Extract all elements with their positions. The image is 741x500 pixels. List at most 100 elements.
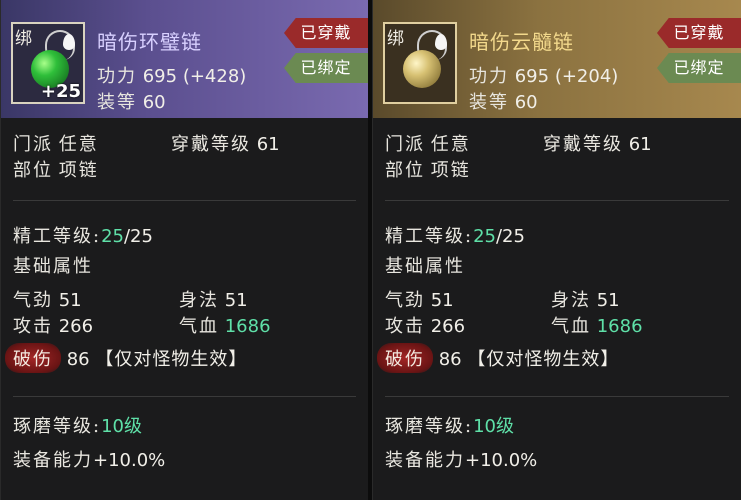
ability-label: 装备能力 xyxy=(13,450,93,471)
attr-label: 攻击 xyxy=(13,316,53,337)
attr-value: 51 xyxy=(430,290,454,311)
item-header: 绑 +25 暗伤环璧链 功力 695 (+428) 装等 60 已穿戴 已绑定 xyxy=(1,0,368,118)
bound-badge: 已绑定 xyxy=(284,53,368,83)
ability-label: 装备能力 xyxy=(385,450,465,471)
item-header: 绑 暗伤云髓链 功力 695 (+204) 装等 60 已穿戴 已绑定 xyxy=(373,0,741,118)
attr-row: 气血 1686 xyxy=(551,312,643,338)
bound-mark: 绑 xyxy=(15,29,32,49)
bound-badge: 已绑定 xyxy=(657,53,741,83)
pierce-note: 【仅对怪物生效】 xyxy=(95,349,248,370)
item-compare-panel: 绑 +25 暗伤环璧链 功力 695 (+428) 装等 60 已穿戴 已绑定 … xyxy=(0,0,741,500)
refine-max: /25 xyxy=(123,226,153,247)
pendant-drop-icon xyxy=(63,34,75,50)
pierce-label: 破伤 xyxy=(377,343,433,373)
attr-row: 身法 51 xyxy=(179,286,248,312)
item-power: 功力 695 (+204) xyxy=(469,62,618,88)
refine-label: 精工等级: xyxy=(13,226,102,247)
power-label: 功力 xyxy=(97,66,137,87)
amber-necklace-icon xyxy=(403,50,441,88)
refine-row: 精工等级:25/25 xyxy=(13,222,153,248)
worn-badge: 已穿戴 xyxy=(284,18,368,48)
slot-label: 部位 xyxy=(385,160,425,181)
attr-value: 51 xyxy=(596,290,620,311)
gear-score-value: 60 xyxy=(142,92,166,113)
attr-row: 气血 1686 xyxy=(179,312,271,338)
divider xyxy=(385,200,729,201)
pierce-value: 86 xyxy=(66,349,90,370)
attr-label: 气血 xyxy=(179,316,219,337)
worn-badge: 已穿戴 xyxy=(657,18,741,48)
attr-label: 身法 xyxy=(551,290,591,311)
item-tooltip-right: 绑 暗伤云髓链 功力 695 (+204) 装等 60 已穿戴 已绑定 门派 任… xyxy=(372,0,741,500)
bound-mark: 绑 xyxy=(387,29,404,49)
refine-row: 精工等级:25/25 xyxy=(385,222,525,248)
power-value: 695 xyxy=(142,66,178,87)
slot-row: 部位 项链 xyxy=(385,156,471,182)
polish-value: 10级 xyxy=(473,416,514,437)
pierce-row: 破伤 86 【仅对怪物生效】 xyxy=(377,343,619,373)
sect-row: 门派 任意 xyxy=(385,130,471,156)
refine-max: /25 xyxy=(495,226,525,247)
req-level-label: 穿戴等级 xyxy=(543,134,623,155)
power-bonus: (+204) xyxy=(554,66,619,87)
pierce-value: 86 xyxy=(438,349,462,370)
pierce-note: 【仅对怪物生效】 xyxy=(467,349,620,370)
attr-value: 266 xyxy=(430,316,466,337)
refine-current: 25 xyxy=(101,226,124,247)
polish-label: 琢磨等级: xyxy=(385,416,474,437)
sect-row: 门派 任意 xyxy=(13,130,99,156)
attr-value: 1686 xyxy=(596,316,643,337)
pierce-row: 破伤 86 【仅对怪物生效】 xyxy=(5,343,247,373)
item-power: 功力 695 (+428) xyxy=(97,62,246,88)
sect-label: 门派 xyxy=(385,134,425,155)
attr-label: 气劲 xyxy=(13,290,53,311)
item-icon-slot[interactable]: 绑 +25 xyxy=(11,22,85,104)
gear-score: 装等 60 xyxy=(469,88,538,114)
polish-row: 琢磨等级:10级 xyxy=(13,412,142,438)
item-name: 暗伤环璧链 xyxy=(97,30,202,54)
polish-label: 琢磨等级: xyxy=(13,416,102,437)
item-tooltip-left: 绑 +25 暗伤环璧链 功力 695 (+428) 装等 60 已穿戴 已绑定 … xyxy=(0,0,368,500)
slot-label: 部位 xyxy=(13,160,53,181)
pendant-drop-icon xyxy=(435,34,447,50)
gear-score-label: 装等 xyxy=(469,92,509,113)
req-level-value: 61 xyxy=(256,134,280,155)
refine-current: 25 xyxy=(473,226,496,247)
sect-value: 任意 xyxy=(58,134,99,155)
attr-row: 攻击 266 xyxy=(13,312,93,338)
refine-label: 精工等级: xyxy=(385,226,474,247)
attr-row: 身法 51 xyxy=(551,286,620,312)
ability-value: +10.0% xyxy=(93,450,166,471)
gear-score-label: 装等 xyxy=(97,92,137,113)
req-level-label: 穿戴等级 xyxy=(171,134,251,155)
attr-value: 1686 xyxy=(224,316,271,337)
gear-score-value: 60 xyxy=(514,92,538,113)
attr-label: 攻击 xyxy=(385,316,425,337)
attr-row: 气劲 51 xyxy=(385,286,454,312)
divider xyxy=(385,396,729,397)
sect-value: 任意 xyxy=(430,134,471,155)
attr-value: 51 xyxy=(58,290,82,311)
ability-row: 装备能力+10.0% xyxy=(385,446,537,472)
sect-label: 门派 xyxy=(13,134,53,155)
base-attr-title: 基础属性 xyxy=(385,252,465,278)
attr-label: 身法 xyxy=(179,290,219,311)
item-icon-slot[interactable]: 绑 xyxy=(383,22,457,104)
power-bonus: (+428) xyxy=(182,66,247,87)
divider xyxy=(13,396,356,397)
base-attr-title: 基础属性 xyxy=(13,252,93,278)
attr-label: 气血 xyxy=(551,316,591,337)
req-level-row: 穿戴等级 61 xyxy=(171,130,280,156)
slot-value: 项链 xyxy=(58,160,99,181)
req-level-row: 穿戴等级 61 xyxy=(543,130,652,156)
gear-score: 装等 60 xyxy=(97,88,166,114)
attr-value: 51 xyxy=(224,290,248,311)
polish-value: 10级 xyxy=(101,416,142,437)
attr-row: 气劲 51 xyxy=(13,286,82,312)
enhance-level: +25 xyxy=(40,81,81,102)
req-level-value: 61 xyxy=(628,134,652,155)
polish-row: 琢磨等级:10级 xyxy=(385,412,514,438)
base-attr-heading: 基础属性 xyxy=(385,256,465,277)
slot-row: 部位 项链 xyxy=(13,156,99,182)
attr-label: 气劲 xyxy=(385,290,425,311)
